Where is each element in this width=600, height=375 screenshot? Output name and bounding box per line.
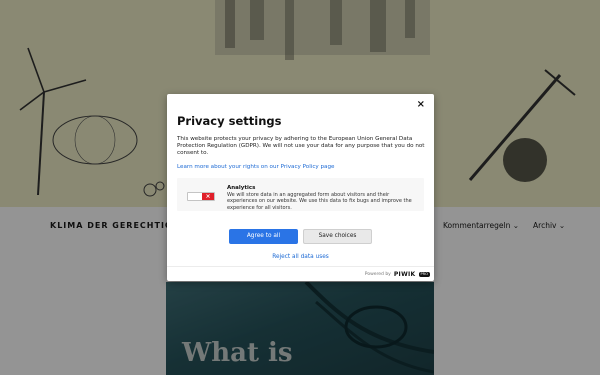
agree-to-all-button[interactable]: Agree to all xyxy=(229,229,298,244)
close-icon[interactable]: × xyxy=(417,100,425,110)
analytics-title: Analytics xyxy=(227,185,256,191)
privacy-policy-link[interactable]: Learn more about your rights on our Priv… xyxy=(177,164,334,170)
footer-divider xyxy=(167,266,434,267)
modal-description: This website protects your privacy by ad… xyxy=(177,136,425,157)
modal-title: Privacy settings xyxy=(177,114,282,128)
piwik-logo[interactable]: PIWIK xyxy=(394,271,416,278)
powered-by: Powered by PIWIK PRO xyxy=(365,271,430,278)
analytics-consent-box: × Analytics We will store data in an agg… xyxy=(177,178,424,211)
reject-all-link[interactable]: Reject all data uses xyxy=(167,254,434,260)
pro-badge: PRO xyxy=(418,272,430,277)
save-choices-button[interactable]: Save choices xyxy=(303,229,372,244)
privacy-modal: × Privacy settings This website protects… xyxy=(167,94,434,281)
powered-by-label: Powered by xyxy=(364,272,391,277)
analytics-description: We will store data in an aggregated form… xyxy=(227,192,412,211)
toggle-off-icon: × xyxy=(202,193,214,200)
analytics-toggle[interactable]: × xyxy=(187,192,215,201)
